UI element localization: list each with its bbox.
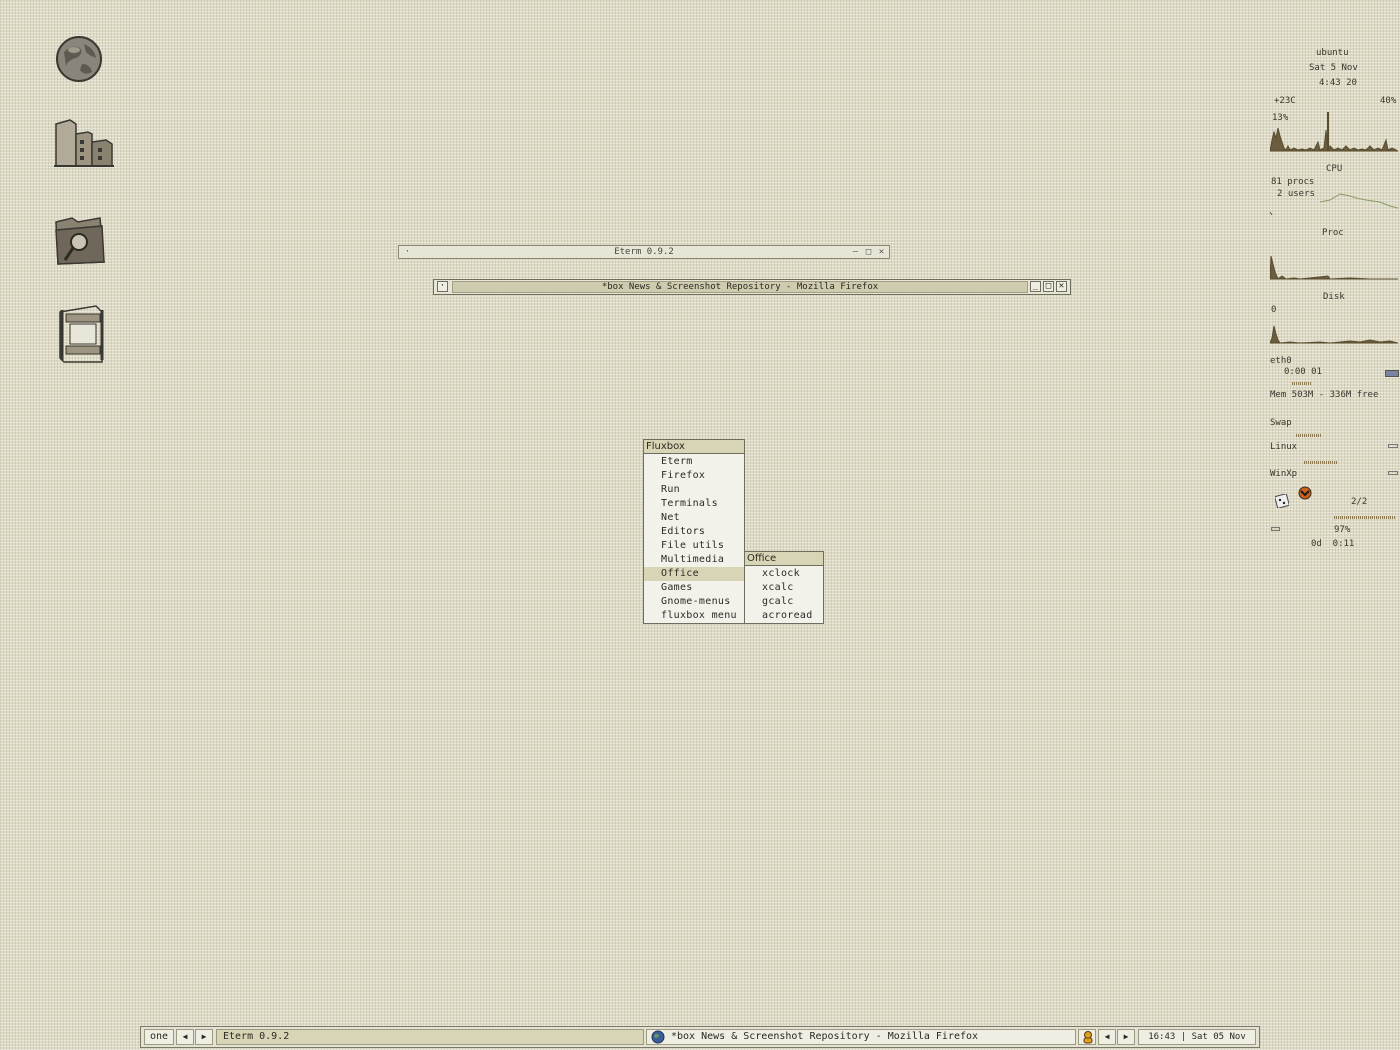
- date-text: Sat 5 Nov: [1309, 63, 1358, 73]
- menu-item-net[interactable]: Net: [644, 511, 744, 525]
- cpu-label: CPU: [1326, 164, 1343, 174]
- disk-label: Disk: [1323, 292, 1345, 302]
- menu-item-gnome-menus[interactable]: Gnome-menus: [644, 595, 744, 609]
- temperature-text: +23C: [1274, 96, 1296, 106]
- submenu-title: Office: [745, 552, 823, 566]
- cpu-graph: [1270, 112, 1398, 152]
- close-icon[interactable]: ✕: [1056, 281, 1067, 292]
- net-time: 0:00 01: [1284, 367, 1322, 377]
- taskbar-item-label: Eterm 0.9.2: [223, 1031, 290, 1042]
- menu-item-run[interactable]: Run: [644, 483, 744, 497]
- linux-bar: [1304, 461, 1338, 464]
- eterm-window-titlebar[interactable]: · Eterm 0.9.2 – □ ✕: [398, 245, 890, 259]
- hostname: ubuntu: [1316, 48, 1349, 58]
- taskbar-item-firefox[interactable]: *box News & Screenshot Repository - Mozi…: [646, 1029, 1076, 1045]
- maximize-icon[interactable]: □: [1043, 281, 1054, 292]
- swap-bar: [1296, 434, 1322, 437]
- office-submenu: Office xclock xcalc gcalc acroread: [744, 551, 824, 624]
- fluxbox-root-menu: Fluxbox Eterm Firefox Run Terminals Net …: [643, 439, 745, 624]
- fan-text: 40%: [1380, 96, 1397, 106]
- winxp-indicator: [1388, 471, 1398, 475]
- building-icon[interactable]: [52, 116, 114, 170]
- firefox-window-title: *box News & Screenshot Repository - Mozi…: [601, 282, 879, 292]
- close-icon[interactable]: ✕: [876, 247, 887, 257]
- folder-search-icon[interactable]: [52, 212, 108, 268]
- time-text: 4:43 20: [1319, 78, 1357, 88]
- menu-item-xclock[interactable]: xclock: [745, 567, 823, 581]
- prev-window-button[interactable]: ◀: [1098, 1029, 1116, 1045]
- globe-icon[interactable]: [54, 34, 104, 84]
- menu-item-games[interactable]: Games: [644, 581, 744, 595]
- menu-item-multimedia[interactable]: Multimedia: [644, 553, 744, 567]
- mem-text: Mem 503M - 336M free: [1270, 390, 1379, 400]
- menu-item-fluxbox-menu[interactable]: fluxbox menu: [644, 609, 744, 623]
- minimize-icon[interactable]: _: [1030, 281, 1041, 292]
- toolbar-clock: 16:43 | Sat 05 Nov: [1138, 1029, 1256, 1045]
- swap-label: Swap: [1270, 418, 1292, 428]
- workspace-icon: [1298, 486, 1312, 500]
- systray: [1078, 1029, 1096, 1045]
- linux-indicator: [1388, 444, 1398, 448]
- battery-bar: [1334, 516, 1396, 519]
- net-label: eth0: [1270, 356, 1292, 366]
- taskbar-item-label: *box News & Screenshot Repository - Mozi…: [671, 1031, 979, 1042]
- menu-item-acroread[interactable]: acroread: [745, 609, 823, 623]
- cpu-history-graph: [1270, 193, 1398, 216]
- dice-icon: [1275, 494, 1289, 508]
- battery-indicator: [1271, 527, 1280, 531]
- net-indicator: [1385, 370, 1399, 377]
- proc-graph: [1270, 255, 1398, 280]
- taskbar-item-eterm[interactable]: Eterm 0.9.2: [216, 1029, 644, 1045]
- firefox-window-titlebar[interactable]: · *box News & Screenshot Repository - Mo…: [433, 279, 1071, 295]
- linux-label: Linux: [1270, 442, 1298, 452]
- menu-item-eterm[interactable]: Eterm: [644, 455, 744, 469]
- menu-item-editors[interactable]: Editors: [644, 525, 744, 539]
- eterm-window-title: Eterm 0.9.2: [614, 247, 674, 257]
- next-workspace-button[interactable]: ▶: [195, 1029, 213, 1045]
- menu-item-gcalc[interactable]: gcalc: [745, 595, 823, 609]
- menu-item-firefox[interactable]: Firefox: [644, 469, 744, 483]
- gaim-icon[interactable]: [1081, 1030, 1095, 1049]
- menu-title: Fluxbox: [644, 440, 744, 454]
- firefox-globe-icon: [651, 1030, 665, 1049]
- menu-item-xcalc[interactable]: xcalc: [745, 581, 823, 595]
- net-bar: [1292, 382, 1312, 385]
- menu-item-terminals[interactable]: Terminals: [644, 497, 744, 511]
- fluxbox-toolbar: one ◀ ▶ Eterm 0.9.2 *box News & Screensh…: [140, 1026, 1260, 1048]
- winxp-label: WinXp: [1270, 469, 1298, 479]
- menu-item-office[interactable]: Office: [644, 567, 744, 581]
- maximize-icon[interactable]: □: [863, 247, 874, 257]
- prev-workspace-button[interactable]: ◀: [176, 1029, 194, 1045]
- disk-graph: [1270, 325, 1398, 344]
- menu-item-file-utils[interactable]: File utils: [644, 539, 744, 553]
- battery-percent: 97%: [1334, 525, 1351, 535]
- window-menu-icon[interactable]: ·: [437, 281, 448, 292]
- film-icon[interactable]: [56, 302, 108, 366]
- minimize-icon[interactable]: –: [850, 247, 861, 257]
- workspace-count: 2/2: [1351, 497, 1368, 507]
- proc-label: Proc: [1322, 228, 1344, 238]
- uptime-text: 0d 0:11: [1311, 539, 1355, 549]
- workspace-name[interactable]: one: [144, 1029, 174, 1045]
- next-window-button[interactable]: ▶: [1117, 1029, 1135, 1045]
